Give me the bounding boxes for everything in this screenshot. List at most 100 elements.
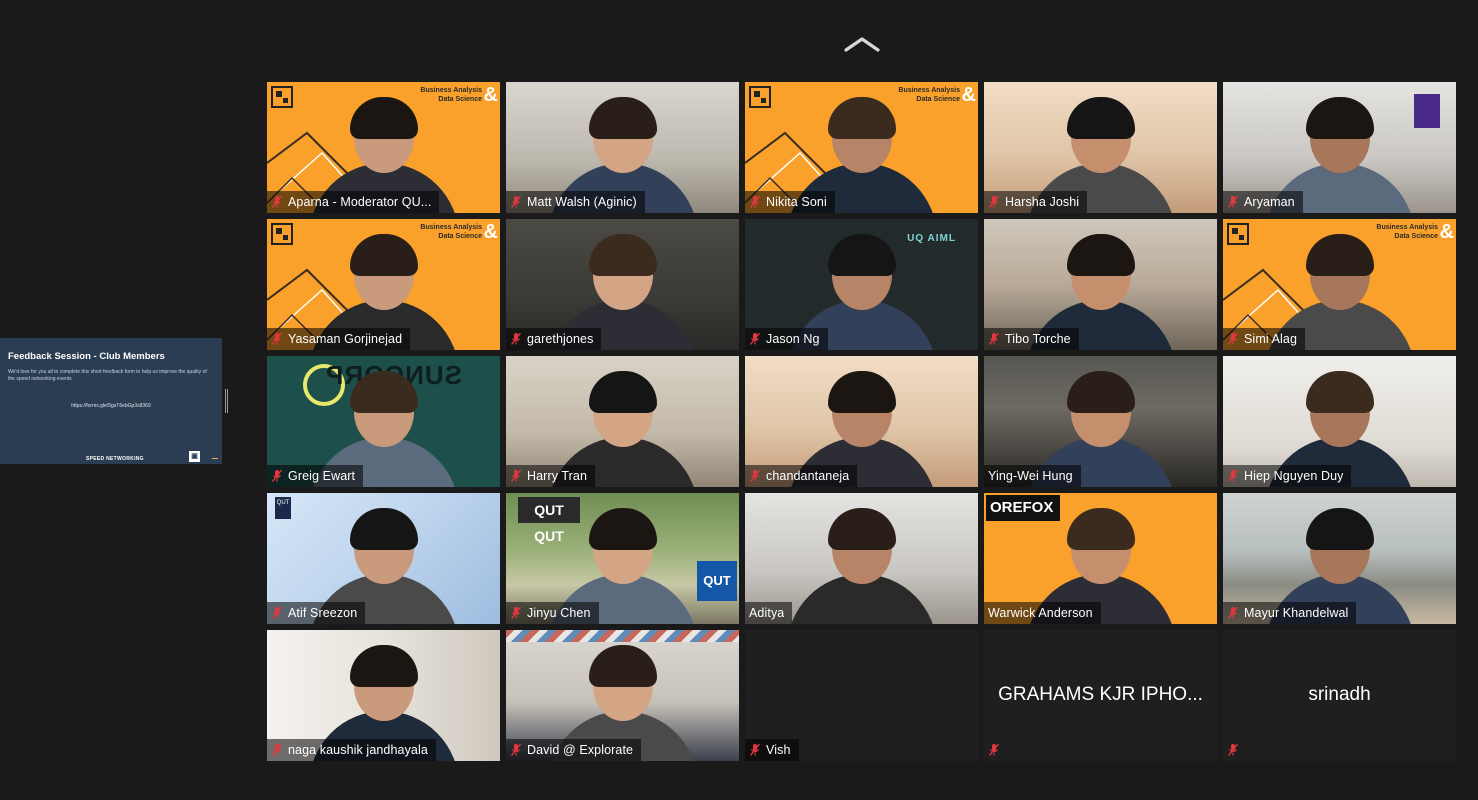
muted-mic-icon xyxy=(510,332,522,345)
participant-name: Greig Ewart xyxy=(288,469,356,483)
background-ampersand: & xyxy=(483,221,498,243)
club-logo-icon: ▣ xyxy=(189,451,200,462)
participant-tile[interactable]: srinadh xyxy=(1223,630,1456,761)
participant-tile[interactable]: Business Analysis Data Science & Yasaman G… xyxy=(267,219,500,350)
participant-name: Nikita Soni xyxy=(766,195,827,209)
participant-video xyxy=(786,504,937,624)
participant-name: Yasaman Gorjinejad xyxy=(288,332,403,346)
participant-tile[interactable]: Business Analysis Data Science & Nikita So… xyxy=(745,82,978,213)
participant-name: Ying-Wei Hung xyxy=(988,469,1073,483)
participant-name: garethjones xyxy=(527,332,594,346)
club-logo-icon xyxy=(1227,223,1249,245)
participant-label: Greig Ewart xyxy=(267,465,364,487)
participant-tile[interactable]: Business Analysis Data Science & Simi Alag xyxy=(1223,219,1456,350)
participant-tile[interactable]: garethjones xyxy=(506,219,739,350)
muted-mic-icon xyxy=(749,743,761,756)
participant-label: Harsha Joshi xyxy=(984,191,1088,213)
participant-label: Aryaman xyxy=(1223,191,1303,213)
club-logo-icon xyxy=(749,86,771,108)
participant-tile[interactable]: Ying-Wei Hung xyxy=(984,356,1217,487)
participant-tile[interactable]: Vish xyxy=(745,630,978,761)
muted-mic-icon xyxy=(271,469,283,482)
muted-mic-icon xyxy=(1227,195,1239,208)
muted-mic-icon xyxy=(749,332,761,345)
participant-name: Jinyu Chen xyxy=(527,606,591,620)
participant-tile[interactable]: OREFOX Warwick Anderson xyxy=(984,493,1217,624)
participant-label: Yasaman Gorjinejad xyxy=(267,328,411,350)
muted-mic-icon xyxy=(988,195,1000,208)
participant-name: Aparna - Moderator QU... xyxy=(288,195,432,209)
participant-tile[interactable]: QUT Atif Sreezon xyxy=(267,493,500,624)
background-ampersand: & xyxy=(483,84,498,106)
participant-tile[interactable]: Hiep Nguyen Duy xyxy=(1223,356,1456,487)
participant-label: Jinyu Chen xyxy=(506,602,599,624)
participant-tile[interactable]: SUNCORPGreig Ewart xyxy=(267,356,500,487)
participant-tile[interactable]: Mayur Khandelwal xyxy=(1223,493,1456,624)
shared-screen-thumbnail[interactable]: Feedback Session - Club Members We'd lov… xyxy=(0,338,222,464)
participant-tile[interactable]: GRAHAMS KJR IPHO... xyxy=(984,630,1217,761)
chevron-up-icon[interactable] xyxy=(843,34,881,54)
participant-label xyxy=(1223,739,1247,761)
share-link: https://forms.gle/5gsT6ebGp3x8369 xyxy=(71,403,151,409)
meeting-window: Feedback Session - Club Members We'd lov… xyxy=(0,0,1478,800)
participant-tile[interactable]: Aryaman xyxy=(1223,82,1456,213)
resize-handle[interactable] xyxy=(225,389,228,413)
background-ampersand: & xyxy=(961,84,976,106)
participant-tile[interactable]: Aditya xyxy=(745,493,978,624)
participant-label xyxy=(984,739,1008,761)
muted-mic-icon xyxy=(1227,469,1239,482)
participant-tile[interactable]: Harsha Joshi xyxy=(984,82,1217,213)
participant-label: Ying-Wei Hung xyxy=(984,465,1081,487)
participant-tile[interactable]: chandantaneja xyxy=(745,356,978,487)
muted-mic-icon xyxy=(510,469,522,482)
participant-label: Warwick Anderson xyxy=(984,602,1101,624)
participant-label: Nikita Soni xyxy=(745,191,835,213)
club-logo-icon xyxy=(271,86,293,108)
participant-tile[interactable]: Tibo Torche xyxy=(984,219,1217,350)
participant-tile[interactable]: Matt Walsh (Aginic) xyxy=(506,82,739,213)
participant-name: Harry Tran xyxy=(527,469,588,483)
muted-mic-icon xyxy=(510,195,522,208)
muted-mic-icon xyxy=(271,332,283,345)
participant-name: Matt Walsh (Aginic) xyxy=(527,195,637,209)
participant-tile[interactable]: QUT QUT QUT Jinyu Chen xyxy=(506,493,739,624)
background-ampersand: & xyxy=(1439,221,1454,243)
muted-mic-icon xyxy=(271,606,283,619)
qut-logo: QUT xyxy=(275,497,291,519)
gallery-grid: Business Analysis Data Science & Aparna - … xyxy=(267,82,1456,761)
share-body: We'd love for you all to complete this s… xyxy=(8,369,207,382)
participant-name: Aryaman xyxy=(1244,195,1295,209)
participant-label: Tibo Torche xyxy=(984,328,1079,350)
club-logo-icon xyxy=(271,223,293,245)
participant-tile[interactable]: UQ AIML Jason Ng xyxy=(745,219,978,350)
participant-name: Hiep Nguyen Duy xyxy=(1244,469,1344,483)
muted-mic-icon xyxy=(271,195,283,208)
participant-tile[interactable]: naga kaushik jandhayala xyxy=(267,630,500,761)
muted-mic-icon xyxy=(749,469,761,482)
muted-mic-icon xyxy=(988,743,1000,756)
participant-tile[interactable]: Business Analysis Data Science & Aparna - … xyxy=(267,82,500,213)
participant-name: Harsha Joshi xyxy=(1005,195,1080,209)
participant-label: chandantaneja xyxy=(745,465,858,487)
participant-label: Aditya xyxy=(745,602,793,624)
participant-label: garethjones xyxy=(506,328,602,350)
participant-label: Hiep Nguyen Duy xyxy=(1223,465,1352,487)
participant-tile[interactable]: David @ Explorate xyxy=(506,630,739,761)
participant-label: Jason Ng xyxy=(745,328,828,350)
share-title: Feedback Session - Club Members xyxy=(8,351,165,362)
participant-label: Matt Walsh (Aginic) xyxy=(506,191,645,213)
participant-display-name: GRAHAMS KJR IPHO... xyxy=(998,684,1203,705)
participant-tile[interactable]: Harry Tran xyxy=(506,356,739,487)
participant-name: Warwick Anderson xyxy=(988,606,1093,620)
muted-mic-icon xyxy=(510,606,522,619)
muted-mic-icon xyxy=(1227,606,1239,619)
participant-label: Harry Tran xyxy=(506,465,596,487)
participant-label: Aparna - Moderator QU... xyxy=(267,191,440,213)
background-poster xyxy=(1414,94,1440,128)
participant-name: David @ Explorate xyxy=(527,743,634,757)
participant-name: Mayur Khandelwal xyxy=(1244,606,1349,620)
participant-name: Tibo Torche xyxy=(1005,332,1071,346)
share-brand: SPEED NETWORKING xyxy=(86,456,144,462)
participant-name: Atif Sreezon xyxy=(288,606,358,620)
muted-mic-icon xyxy=(1227,743,1239,756)
